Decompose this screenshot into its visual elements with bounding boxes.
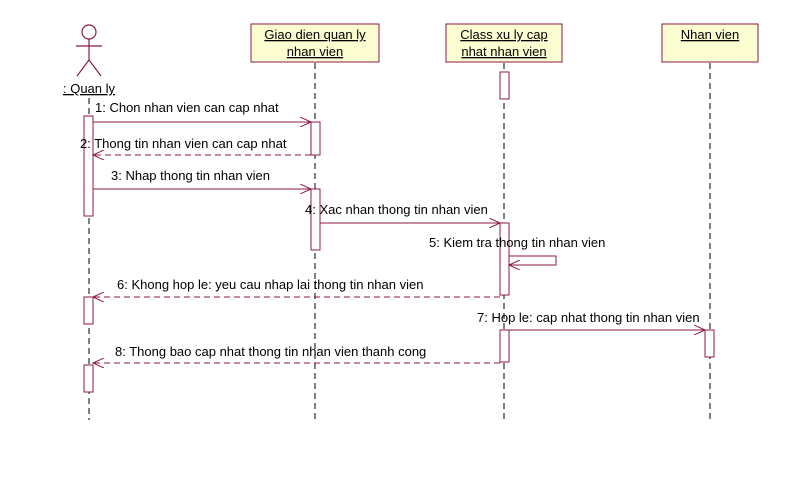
object-label-line1: Class xu ly cap	[460, 27, 547, 42]
object-class-xu-ly: Class xu ly cap nhat nhan vien	[445, 23, 563, 63]
message-label: 3: Nhap thong tin nhan vien	[111, 168, 270, 183]
actor-quan-ly: : Quan ly	[63, 24, 116, 96]
message-label: 7: Hop le: cap nhat thong tin nhan vien	[477, 310, 700, 325]
activation-bar	[499, 71, 510, 100]
activation-bar	[83, 115, 94, 217]
object-nhan-vien: Nhan vien	[661, 23, 759, 63]
activation-bar	[83, 364, 94, 393]
object-giao-dien: Giao dien quan ly nhan vien	[250, 23, 380, 63]
activation-bar	[310, 188, 321, 251]
activation-bar	[310, 121, 321, 156]
actor-label: : Quan ly	[63, 81, 116, 96]
message-label: 2: Thong tin nhan vien can cap nhat	[80, 136, 287, 151]
object-label-line1: Nhan vien	[681, 27, 740, 42]
message-label: 6: Khong hop le: yeu cau nhap lai thong …	[117, 277, 423, 292]
object-label-line2: nhan vien	[287, 44, 343, 59]
actor-head-icon	[81, 24, 97, 40]
activation-bar	[499, 329, 510, 363]
object-label-line2: nhat nhan vien	[461, 44, 546, 59]
message-label: 4: Xac nhan thong tin nhan vien	[305, 202, 488, 217]
activation-bar	[704, 329, 715, 358]
activation-bar	[499, 222, 510, 296]
self-call-arrow	[509, 255, 557, 265]
message-label: 8: Thong bao cap nhat thong tin nhan vie…	[115, 344, 426, 359]
object-label-line1: Giao dien quan ly	[264, 27, 366, 42]
message-label: 1: Chon nhan vien can cap nhat	[95, 100, 279, 115]
activation-bar	[83, 296, 94, 325]
message-label: 5: Kiem tra thong tin nhan vien	[429, 235, 605, 250]
sequence-diagram: : Quan ly Giao dien quan ly nhan vien Cl…	[63, 23, 759, 420]
